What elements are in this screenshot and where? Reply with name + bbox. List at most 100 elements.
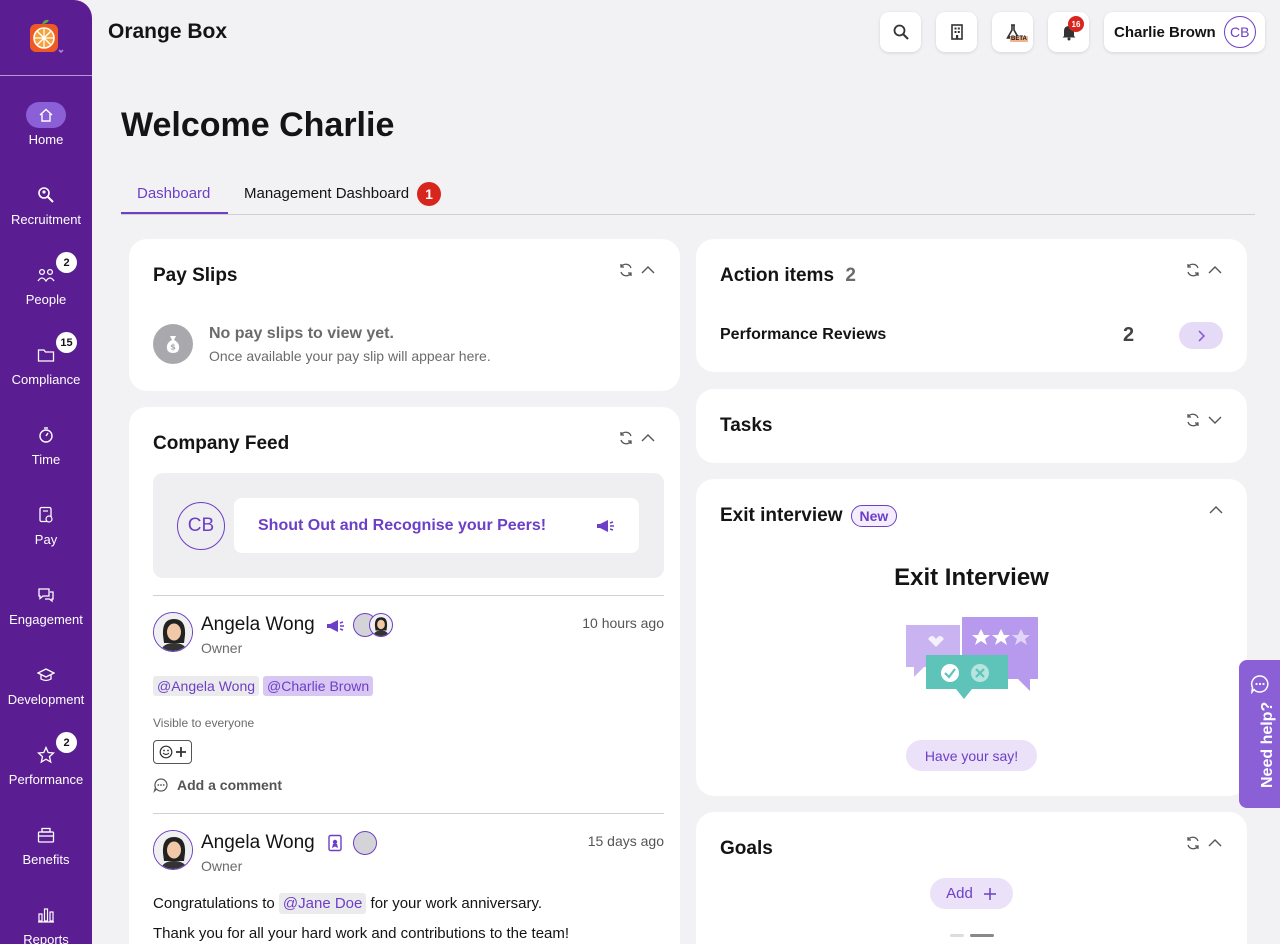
add-comment-label: Add a comment [177, 777, 283, 793]
exit-interview-title-text: Exit interview [720, 505, 843, 526]
mention-tag[interactable]: @Angela Wong [153, 676, 260, 696]
add-goal-label: Add [946, 885, 973, 902]
sidebar-item-recruitment[interactable]: Recruitment [0, 182, 92, 227]
payslip-icon [39, 506, 53, 523]
sidebar-item-label: Time [31, 452, 61, 467]
add-reaction-button[interactable] [153, 740, 192, 764]
compliance-badge: 15 [56, 332, 77, 353]
sidebar-item-home[interactable]: Home [0, 102, 92, 147]
refresh-icon[interactable] [1185, 412, 1201, 428]
chat-bubbles-icon [38, 588, 54, 603]
mention-tag[interactable]: @Jane Doe [278, 893, 367, 914]
sidebar-item-label: Performance [8, 772, 84, 787]
sidebar-item-compliance[interactable]: 15 Compliance [0, 332, 92, 387]
sidebar-item-engagement[interactable]: Engagement [0, 582, 92, 627]
mention-tag[interactable]: @Charlie Brown [263, 676, 374, 696]
action-item-open-button[interactable] [1179, 322, 1223, 349]
action-items-title-text: Action items [720, 265, 835, 286]
shoutout-input[interactable]: Shout Out and Recognise your Peers! [234, 498, 639, 553]
user-avatar: CB [1223, 16, 1256, 48]
sidebar-item-label: Home [28, 132, 64, 147]
need-help-button[interactable]: Need help? [1239, 660, 1280, 808]
beta-features-button[interactable]: BETA [992, 12, 1033, 52]
sidebar-item-time[interactable]: Time [0, 422, 92, 467]
divider [153, 595, 664, 596]
action-items-card: Action items 2 Performance Reviews 2 [696, 239, 1247, 372]
person-avatar-icon [154, 831, 192, 869]
graduation-cap-icon [37, 668, 55, 682]
page-title: Welcome Charlie [121, 106, 395, 144]
chevron-up-icon[interactable] [1208, 502, 1224, 518]
sidebar-item-people[interactable]: 2 People [0, 252, 92, 307]
megaphone-icon [597, 519, 614, 532]
chevron-up-icon[interactable] [640, 430, 656, 446]
notifications-button[interactable]: 16 [1048, 12, 1089, 52]
post-author-avatar[interactable] [153, 612, 193, 652]
company-button[interactable] [936, 12, 977, 52]
dashboard-tabs: Dashboard Management Dashboard 1 [121, 176, 1255, 215]
sidebar-item-label: Recruitment [10, 212, 82, 227]
search-person-icon [38, 187, 54, 203]
search-button[interactable] [880, 12, 921, 52]
action-items-count: 2 [845, 265, 856, 286]
chevron-down-icon[interactable] [1207, 412, 1223, 428]
post-mentions: @Angela Wong @Charlie Brown [153, 676, 374, 696]
carousel-dot-active[interactable] [970, 934, 994, 937]
megaphone-icon [327, 620, 344, 632]
user-menu-button[interactable]: Charlie Brown CB [1104, 12, 1265, 52]
app-logo[interactable] [0, 0, 92, 76]
folder-icon [37, 349, 55, 362]
post-author[interactable]: Angela Wong [201, 614, 315, 636]
composer-avatar: CB [177, 502, 225, 550]
money-bag-icon: $ [153, 324, 193, 364]
sidebar-item-label: Development [7, 692, 85, 707]
tab-management-dashboard[interactable]: Management Dashboard [244, 185, 409, 202]
tasks-controls [1185, 412, 1223, 428]
add-goal-button[interactable]: Add [930, 878, 1013, 909]
chevron-up-icon[interactable] [1207, 835, 1223, 851]
post-timestamp: 15 days ago [587, 833, 664, 849]
refresh-icon[interactable] [618, 430, 634, 446]
tasks-title: Tasks [720, 415, 773, 436]
new-badge: New [850, 505, 898, 527]
recipient-avatars[interactable] [353, 613, 393, 639]
company-feed-title: Company Feed [153, 433, 290, 454]
feed-controls [618, 430, 656, 446]
plus-icon [175, 747, 186, 757]
stopwatch-icon [39, 427, 53, 443]
recipient-avatar [369, 613, 393, 637]
exit-interview-title: Exit interview New [720, 505, 898, 527]
chevron-up-icon[interactable] [640, 262, 656, 278]
tab-dashboard[interactable]: Dashboard [137, 185, 210, 202]
payslips-card: Pay Slips $ No pay slips to view yet. On… [129, 239, 680, 391]
action-items-title: Action items 2 [720, 265, 856, 287]
sidebar-item-development[interactable]: Development [0, 662, 92, 707]
shoutout-prompt: Shout Out and Recognise your Peers! [258, 516, 547, 534]
anniversary-badge-icon [328, 834, 342, 852]
post-author[interactable]: Angela Wong [201, 832, 315, 854]
refresh-icon[interactable] [1185, 262, 1201, 278]
sidebar-item-label: Compliance [11, 372, 81, 387]
goals-controls [1185, 835, 1223, 851]
person-avatar-icon [154, 613, 192, 651]
building-icon [950, 24, 963, 40]
chevron-up-icon[interactable] [1207, 262, 1223, 278]
have-your-say-button[interactable]: Have your say! [906, 740, 1037, 771]
sidebar-item-pay[interactable]: Pay [0, 502, 92, 547]
sidebar-item-label: People [25, 292, 67, 307]
sidebar-item-reports[interactable]: Reports [0, 902, 92, 944]
chevron-right-icon [1198, 329, 1206, 342]
payslips-empty-title: No pay slips to view yet. [209, 325, 394, 342]
sidebar-item-performance[interactable]: 2 Performance [0, 732, 92, 787]
add-comment-button[interactable]: Add a comment [153, 777, 282, 793]
action-item-label[interactable]: Performance Reviews [720, 326, 886, 344]
recipient-avatar[interactable] [353, 831, 377, 855]
refresh-icon[interactable] [1185, 835, 1201, 851]
carousel-dot[interactable] [950, 934, 964, 937]
divider [153, 813, 664, 814]
refresh-icon[interactable] [618, 262, 634, 278]
company-feed-card: Company Feed CB Shout Out and Recognise … [129, 407, 680, 944]
sidebar-item-benefits[interactable]: Benefits [0, 822, 92, 867]
sidebar-item-label: Pay [34, 532, 58, 547]
post-author-avatar[interactable] [153, 830, 193, 870]
